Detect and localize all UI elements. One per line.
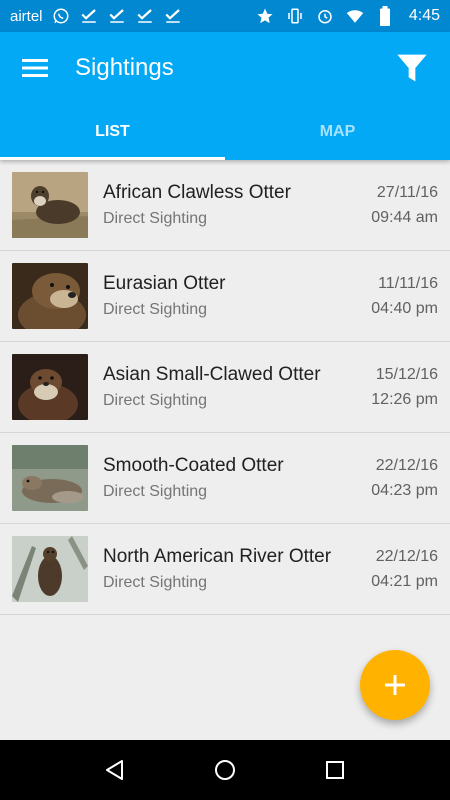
tab-map[interactable]: MAP — [225, 104, 450, 160]
sighting-name: North American River Otter — [103, 546, 332, 567]
sighting-time: 09:44 am — [371, 209, 438, 226]
sighting-time: 12:26 pm — [371, 391, 438, 408]
star-icon — [255, 6, 275, 26]
filter-icon — [397, 54, 427, 82]
battery-icon — [375, 6, 395, 26]
sighting-date: 11/11/16 — [378, 275, 438, 292]
back-button[interactable] — [95, 750, 135, 790]
sighting-name: Smooth-Coated Otter — [103, 455, 284, 476]
otter-thumbnail — [12, 172, 88, 238]
item-text: Smooth-Coated Otter Direct Sighting — [103, 455, 363, 501]
otter-thumbnail — [12, 354, 88, 420]
filter-button[interactable] — [394, 50, 430, 86]
sightings-list: African Clawless Otter Direct Sighting 2… — [0, 160, 450, 615]
sighting-time: 04:40 pm — [371, 300, 438, 317]
sighting-date: 22/12/16 — [375, 548, 438, 565]
sighting-type: Direct Sighting — [103, 574, 208, 591]
sighting-datetime: 11/11/16 04:40 pm — [371, 271, 438, 321]
tab-bar: LIST MAP — [0, 104, 450, 160]
sighting-datetime: 22/12/16 04:21 pm — [371, 544, 438, 594]
hamburger-menu-icon — [22, 59, 48, 77]
sighting-name: Eurasian Otter — [103, 273, 226, 294]
sighting-date: 27/11/16 — [376, 184, 438, 201]
otter-thumbnail — [12, 263, 88, 329]
list-item[interactable]: Asian Small-Clawed Otter Direct Sighting… — [0, 342, 450, 433]
list-item[interactable]: Eurasian Otter Direct Sighting 11/11/16 … — [0, 251, 450, 342]
carrier-name: airtel — [10, 7, 43, 25]
home-button[interactable] — [205, 750, 245, 790]
sighting-datetime: 27/11/16 09:44 am — [371, 180, 438, 230]
status-left: airtel — [10, 6, 183, 26]
sighting-date: 22/12/16 — [375, 457, 438, 474]
item-text: African Clawless Otter Direct Sighting — [103, 182, 363, 228]
item-text: Asian Small-Clawed Otter Direct Sighting — [103, 364, 363, 410]
sighting-type: Direct Sighting — [103, 210, 208, 227]
wifi-icon — [345, 6, 365, 26]
check-icon — [79, 6, 99, 26]
recents-button[interactable] — [315, 750, 355, 790]
page-title: Sightings — [75, 54, 174, 81]
status-bar: airtel 4:45 — [0, 0, 450, 32]
plus-icon — [385, 675, 405, 695]
item-text: Eurasian Otter Direct Sighting — [103, 273, 363, 319]
app-bar: Sightings LIST MAP — [0, 32, 450, 160]
check-icon — [135, 6, 155, 26]
status-right: 4:45 — [255, 6, 440, 26]
sighting-date: 15/12/16 — [375, 366, 438, 383]
home-icon — [215, 760, 235, 780]
vibrate-icon — [285, 6, 305, 26]
menu-button[interactable] — [20, 53, 50, 83]
list-item[interactable]: African Clawless Otter Direct Sighting 2… — [0, 160, 450, 251]
check-icon — [107, 6, 127, 26]
sighting-time: 04:21 pm — [371, 573, 438, 590]
add-sighting-button[interactable] — [360, 650, 430, 720]
sighting-type: Direct Sighting — [103, 483, 208, 500]
recents-icon — [326, 761, 344, 779]
sighting-type: Direct Sighting — [103, 392, 208, 409]
item-text: North American River Otter Direct Sighti… — [103, 546, 363, 592]
sighting-datetime: 22/12/16 04:23 pm — [371, 453, 438, 503]
sighting-time: 04:23 pm — [371, 482, 438, 499]
check-icon — [163, 6, 183, 26]
list-item[interactable]: North American River Otter Direct Sighti… — [0, 524, 450, 615]
alarm-icon — [315, 6, 335, 26]
navigation-bar — [0, 740, 450, 800]
sighting-type: Direct Sighting — [103, 301, 208, 318]
sighting-name: Asian Small-Clawed Otter — [103, 364, 321, 385]
otter-thumbnail — [12, 445, 88, 511]
sighting-name: African Clawless Otter — [103, 182, 291, 203]
sighting-datetime: 15/12/16 12:26 pm — [371, 362, 438, 412]
back-icon — [106, 760, 123, 780]
tab-list[interactable]: LIST — [0, 104, 225, 160]
otter-thumbnail — [12, 536, 88, 602]
list-item[interactable]: Smooth-Coated Otter Direct Sighting 22/1… — [0, 433, 450, 524]
toolbar: Sightings — [0, 32, 450, 104]
clock: 4:45 — [408, 7, 440, 24]
whatsapp-icon — [51, 6, 71, 26]
